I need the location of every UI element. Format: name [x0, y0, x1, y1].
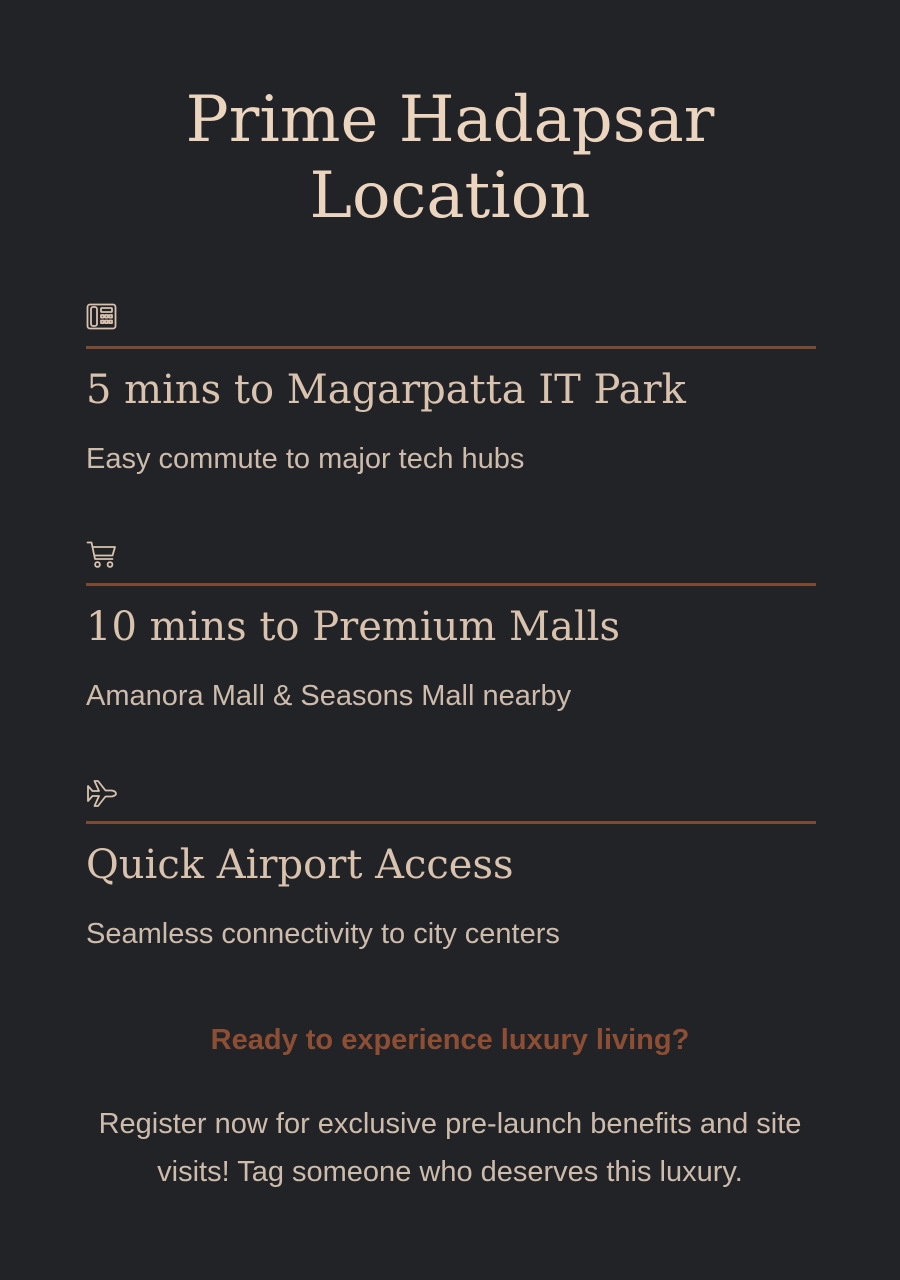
feature-description: Seamless connectivity to city centers [86, 918, 560, 950]
page-title-line-1: Prime Hadapsar [185, 83, 715, 157]
feature-heading: 5 mins to Magarpatta IT Park [86, 367, 686, 413]
location-post: Prime Hadapsar Location 5 mins to Magarp… [0, 0, 900, 1280]
cta-body: Register now for exclusive pre-launch be… [98, 1108, 802, 1188]
feature-divider [86, 346, 816, 349]
cta-heading: Ready to experience luxury living? [210, 1024, 690, 1056]
page-title-line-2: Location [309, 159, 591, 233]
feature-heading: Quick Airport Access [86, 842, 514, 888]
airplane-icon [86, 778, 118, 808]
feature-heading: 10 mins to Premium Malls [86, 604, 620, 650]
shopping-cart-icon [86, 540, 118, 570]
page-title: Prime Hadapsar Location [0, 82, 900, 234]
feature-description: Amanora Mall & Seasons Mall nearby [86, 680, 572, 712]
feature-divider [86, 821, 816, 824]
feature-description: Easy commute to major tech hubs [86, 443, 525, 475]
feature-divider [86, 583, 816, 586]
telephone-icon [86, 303, 118, 333]
